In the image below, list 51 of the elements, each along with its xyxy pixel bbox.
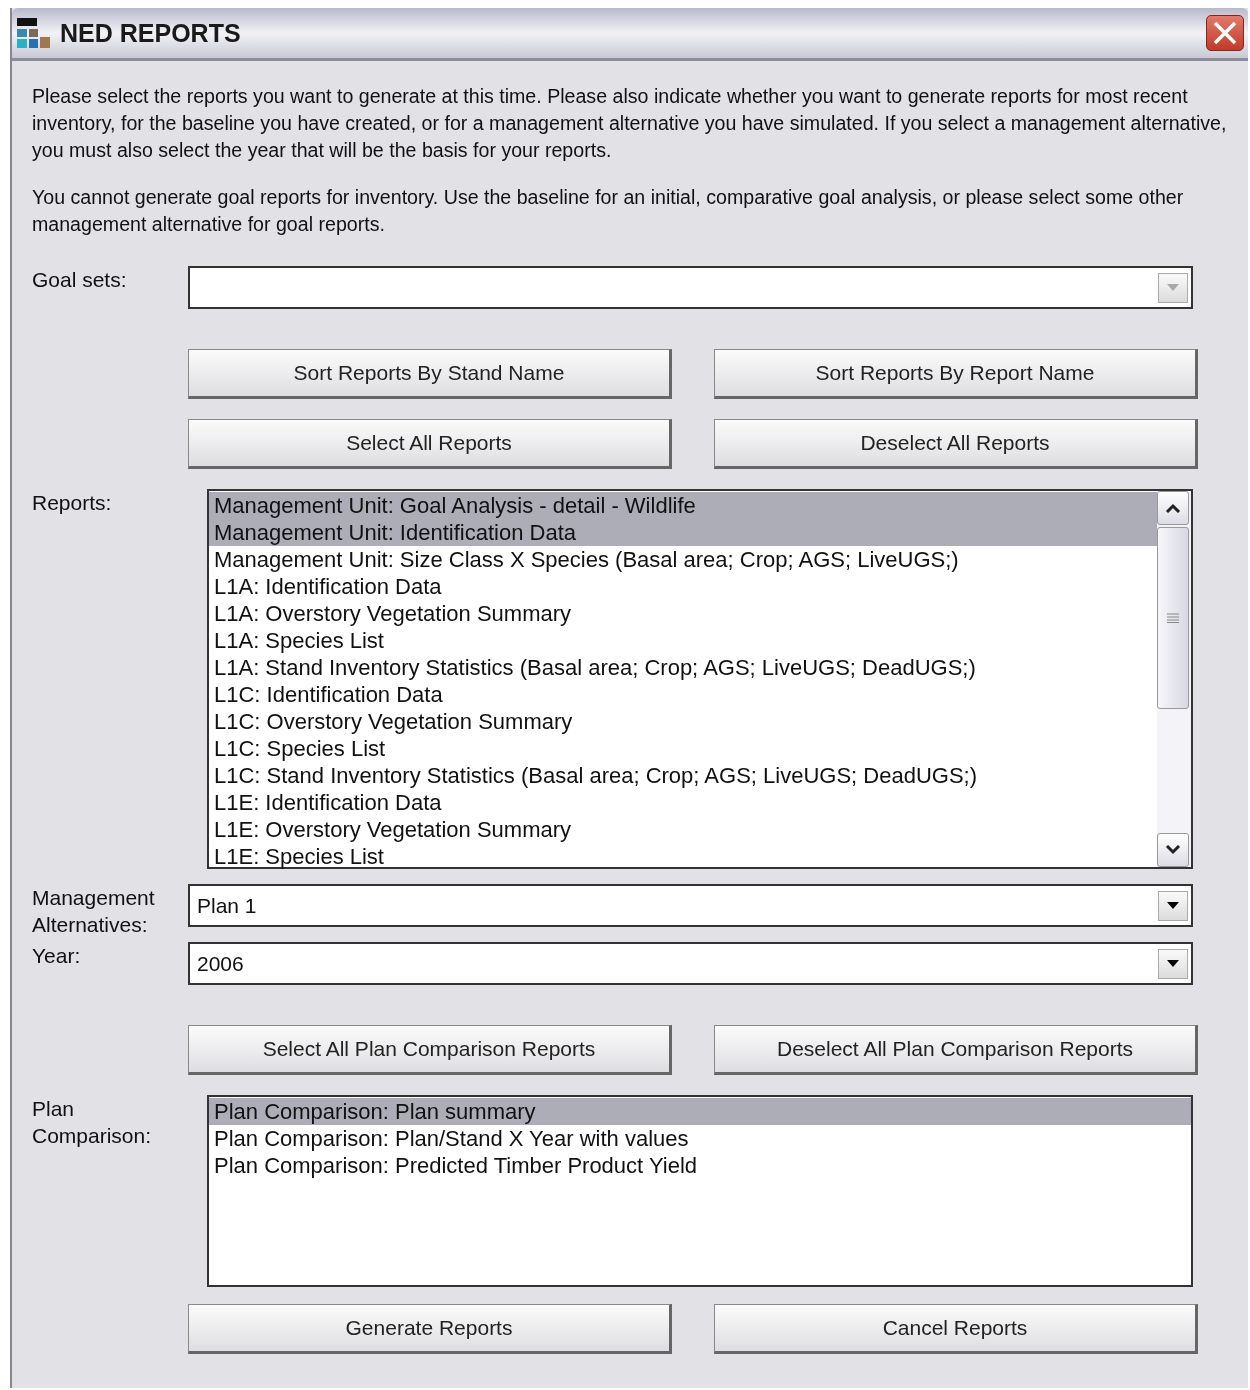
- scroll-up-icon[interactable]: [1157, 491, 1189, 525]
- list-item[interactable]: L1C: Stand Inventory Statistics (Basal area; Crop; AGS; LiveUGS; DeadUGS;): [209, 762, 1157, 789]
- list-item[interactable]: L1C: Overstory Vegetation Summary: [209, 708, 1157, 735]
- action-button[interactable]: Cancel Reports: [714, 1304, 1198, 1354]
- action-button[interactable]: Deselect All Reports: [714, 419, 1198, 469]
- list-item[interactable]: Plan Comparison: Plan/Stand X Year with values: [209, 1125, 1191, 1152]
- list-item[interactable]: L1A: Identification Data: [209, 573, 1157, 600]
- caret-icon: [1167, 959, 1179, 968]
- field-label: Management Alternatives:: [32, 885, 156, 938]
- dropdown-value: 2006: [197, 951, 245, 976]
- list-item[interactable]: L1E: Overstory Vegetation Summary: [209, 816, 1157, 843]
- dropdown-field[interactable]: Plan 1: [188, 884, 1193, 927]
- window-title: NED REPORTS: [60, 18, 242, 48]
- dropdown-value: Plan 1: [197, 893, 258, 918]
- action-button[interactable]: Generate Reports: [188, 1304, 672, 1354]
- action-button[interactable]: Deselect All Plan Comparison Reports: [714, 1025, 1198, 1075]
- list-item[interactable]: Management Unit: Goal Analysis - detail - Wildlife: [209, 492, 1157, 519]
- reports-list[interactable]: [207, 489, 1193, 869]
- list-item[interactable]: L1E: Identification Data: [209, 789, 1157, 816]
- list-item[interactable]: L1A: Stand Inventory Statistics (Basal area; Crop; AGS; LiveUGS; DeadUGS;): [209, 654, 1157, 681]
- action-button[interactable]: Select All Plan Comparison Reports: [188, 1025, 672, 1075]
- dropdown-button[interactable]: [1158, 948, 1188, 979]
- action-button[interactable]: Sort Reports By Report Name: [714, 349, 1198, 399]
- list-item[interactable]: Management Unit: Identification Data: [209, 519, 1157, 546]
- dropdown-button[interactable]: [1158, 890, 1188, 921]
- scrollbar[interactable]: [1157, 491, 1191, 867]
- scroll-down-icon[interactable]: [1157, 833, 1189, 867]
- list-item[interactable]: L1C: Identification Data: [209, 681, 1157, 708]
- action-button[interactable]: Sort Reports By Stand Name: [188, 349, 672, 399]
- list-item[interactable]: Plan Comparison: Predicted Timber Product Yield: [209, 1152, 1191, 1179]
- caret-icon: [1167, 901, 1179, 910]
- dropdown-field[interactable]: [188, 266, 1193, 309]
- field-label: Goal sets:: [32, 267, 128, 293]
- close-button[interactable]: [1206, 15, 1244, 51]
- plan-comparison-list[interactable]: Plan Comparison: Plan summary Plan Comparison: Plan/Stand X Year with values Plan Comparison: Predicted Timber Product Yield: [207, 1095, 1193, 1287]
- list-item[interactable]: Management Unit: Size Class X Species (Basal area; Crop; AGS; LiveUGS;): [209, 546, 1157, 573]
- caret-icon: [1167, 283, 1179, 292]
- instruction-text: Please select the reports you want to generate at this time. Please also indicate whether you want to generate reports for most recent inventory, for the baseline you have created, or for a management alternative you have simulated. If you select a management alternative, you must also select the year that will be the basis for your reports.: [32, 84, 1228, 163]
- instruction-text: You cannot generate goal reports for inventory. Use the baseline for an initial, comparative goal analysis, or please select some other management alternative for goal reports.: [32, 185, 1185, 237]
- list-item[interactable]: Plan Comparison: Plan summary: [209, 1098, 1191, 1125]
- field-label: Reports:: [32, 490, 113, 516]
- field-label: Year:: [32, 943, 82, 969]
- action-button[interactable]: Select All Reports: [188, 419, 672, 469]
- scroll-thumb[interactable]: [1157, 527, 1189, 709]
- list-item[interactable]: L1C: Species List: [209, 735, 1157, 762]
- list-item[interactable]: L1A: Species List: [209, 627, 1157, 654]
- list-item[interactable]: L1A: Overstory Vegetation Summary: [209, 600, 1157, 627]
- dropdown-field[interactable]: 2006: [188, 942, 1193, 985]
- list-item[interactable]: L1E: Species List: [209, 843, 1157, 870]
- field-label: Plan Comparison:: [32, 1096, 153, 1149]
- app-icon: [16, 17, 52, 49]
